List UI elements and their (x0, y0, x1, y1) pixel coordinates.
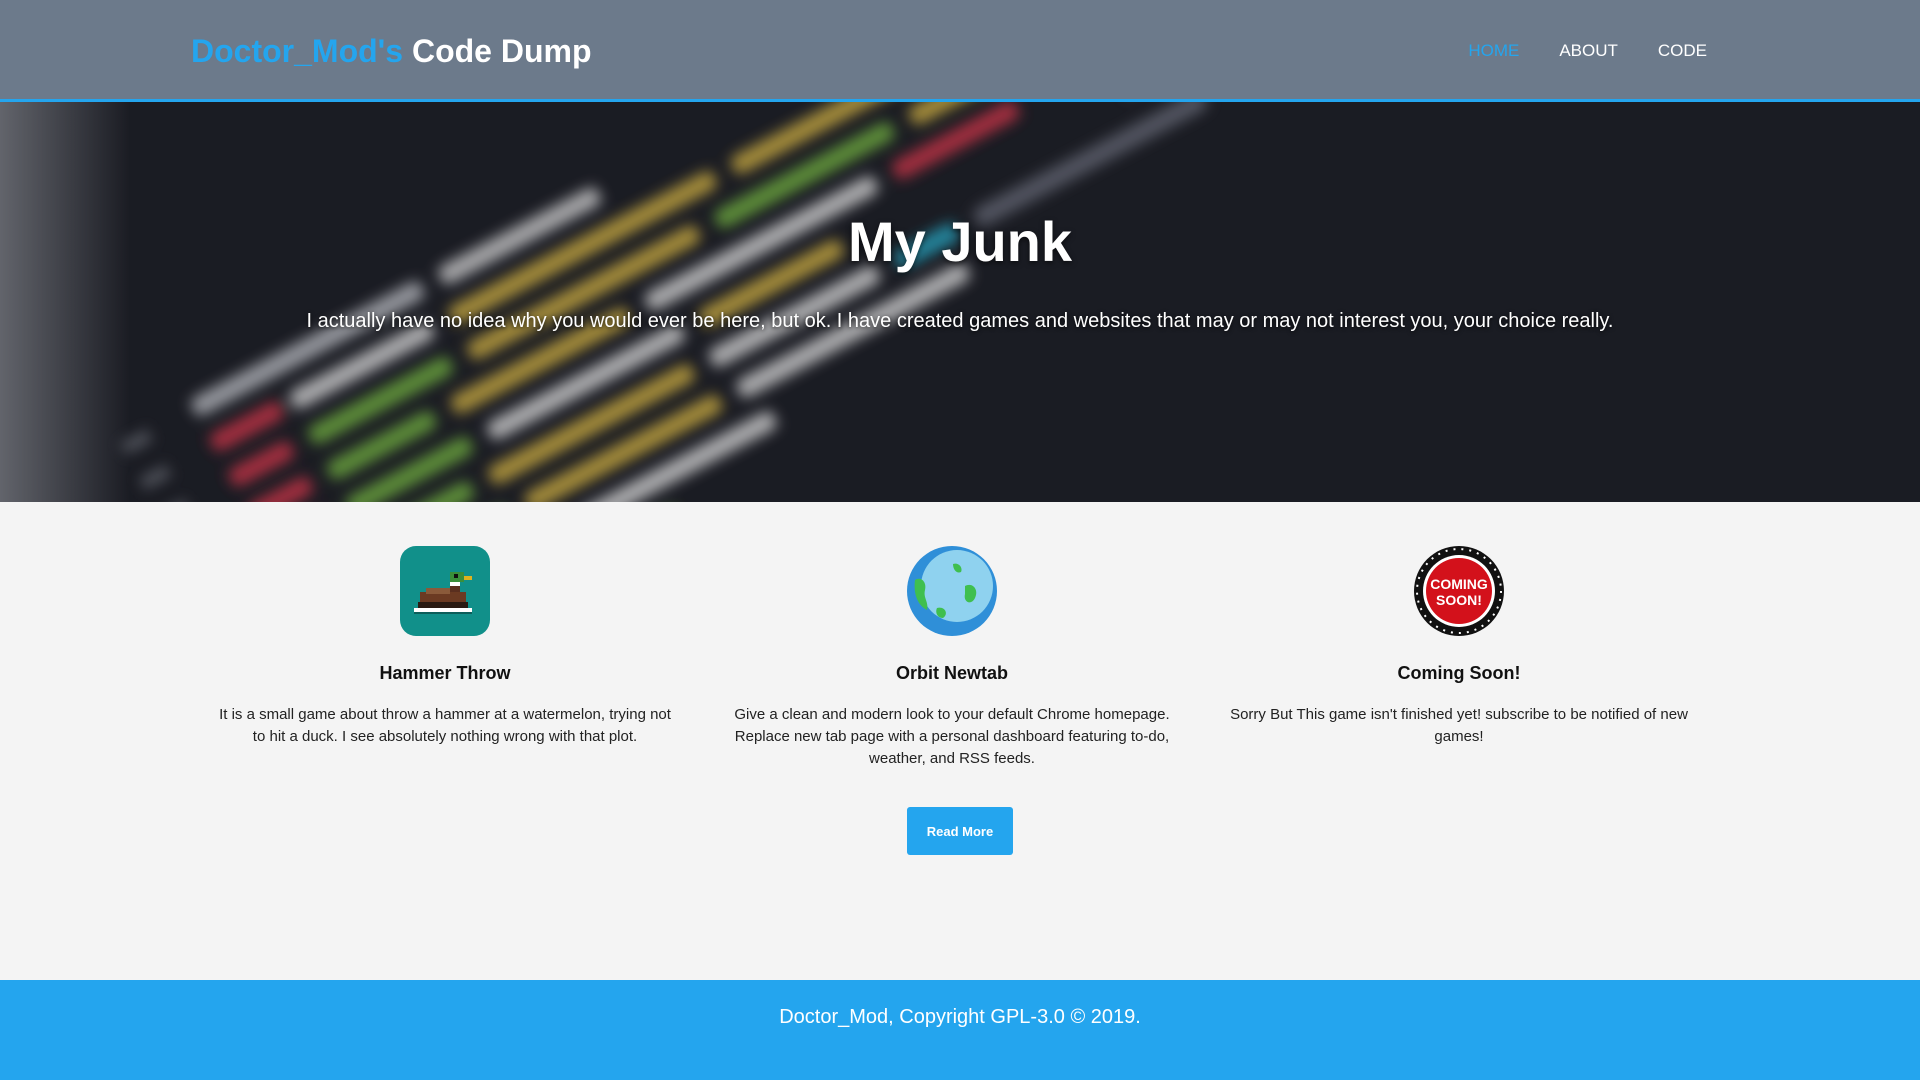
site-logo[interactable]: Doctor_Mod's Code Dump (191, 33, 592, 69)
read-more-button[interactable]: Read More (907, 807, 1013, 855)
projects-section: Hammer Throw It is a small game about th… (0, 546, 1920, 776)
globe-icon[interactable] (907, 546, 997, 636)
nav-about[interactable]: ABOUT (1559, 40, 1618, 62)
hero-subtitle: I actually have no idea why you would ev… (306, 310, 1614, 332)
svg-text:SOON!: SOON! (1436, 592, 1482, 608)
project-card-hammer-throw: Hammer Throw It is a small game about th… (210, 546, 680, 748)
hero-overlay (0, 102, 1920, 502)
project-title: Coming Soon! (1397, 663, 1521, 683)
coming-soon-badge-icon[interactable]: COMING SOON! (1414, 546, 1504, 636)
nav-home[interactable]: HOME (1468, 40, 1519, 62)
duck-icon[interactable] (400, 546, 490, 636)
site-footer: Doctor_Mod, Copyright GPL-3.0 © 2019. (0, 980, 1920, 1080)
project-card-orbit-newtab: Orbit Newtab Give a clean and modern loo… (717, 546, 1187, 770)
project-card-coming-soon: COMING SOON! Coming Soon! Sorry But This… (1224, 546, 1694, 748)
hero-banner: My Junk I actually have no idea why you … (0, 102, 1920, 502)
project-description: Sorry But This game isn't finished yet! … (1230, 706, 1688, 745)
site-header: Doctor_Mod's Code Dump HOME ABOUT CODE (0, 0, 1920, 102)
project-description: Give a clean and modern look to your def… (734, 706, 1170, 767)
hero-title: My Junk (847, 210, 1073, 273)
main-nav: HOME ABOUT CODE (1468, 40, 1707, 62)
project-title: Orbit Newtab (895, 663, 1008, 683)
nav-code[interactable]: CODE (1658, 40, 1707, 62)
project-description: It is a small game about throw a hammer … (219, 706, 671, 745)
brand-subtitle: Code Dump (411, 33, 592, 69)
project-title: Hammer Throw (379, 663, 511, 683)
brand-name: Doctor_Mod's (191, 33, 404, 69)
svg-text:COMING: COMING (1430, 576, 1488, 592)
copyright-text: Doctor_Mod, Copyright GPL-3.0 © 2019. (779, 1006, 1141, 1028)
